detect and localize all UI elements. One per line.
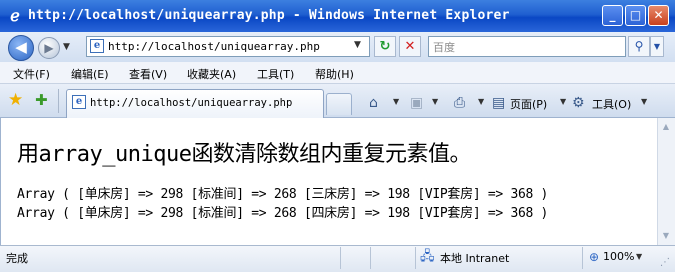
new-tab-button[interactable] (326, 93, 352, 115)
zoom-icon[interactable]: ⊕ (589, 249, 599, 265)
search-options-dropdown-icon[interactable]: ▼ (650, 36, 664, 57)
refresh-button[interactable]: ↻ (374, 36, 396, 57)
status-divider (340, 247, 341, 269)
status-bar (0, 245, 675, 272)
search-icon[interactable]: ⚲ (628, 36, 650, 57)
feeds-dropdown-icon[interactable]: ▼ (432, 97, 438, 106)
forward-button[interactable]: ▶ (38, 37, 60, 59)
page-menu-icon[interactable]: ▤ (492, 93, 505, 113)
menu-view[interactable]: 查看(V) (129, 66, 167, 82)
page-dropdown-icon[interactable]: ▼ (560, 97, 566, 106)
status-divider (370, 247, 371, 269)
back-button[interactable]: ◀ (8, 35, 34, 61)
menu-tools[interactable]: 工具(T) (257, 66, 294, 82)
menu-favorites[interactable]: 收藏夹(A) (187, 66, 236, 82)
page-menu-button[interactable]: 页面(P) (510, 96, 547, 112)
search-placeholder[interactable]: 百度 (433, 39, 455, 55)
window-title: http://localhost/uniquearray.php - Windo… (28, 8, 510, 23)
toolbar-divider (58, 89, 59, 113)
status-divider (415, 247, 416, 269)
scroll-up-icon[interactable]: ▲ (659, 120, 673, 134)
close-button[interactable]: ✕ (648, 5, 669, 26)
status-divider (582, 247, 583, 269)
search-input[interactable] (428, 36, 626, 57)
intranet-zone-icon: 🖧 (420, 249, 435, 264)
feeds-icon[interactable]: ▣ (410, 93, 423, 113)
gear-icon[interactable]: ⚙ (572, 93, 585, 113)
menu-edit[interactable]: 编辑(E) (71, 66, 109, 82)
stop-button[interactable]: ✕ (399, 36, 421, 57)
page-icon: e (90, 39, 104, 53)
scroll-down-icon[interactable]: ▼ (659, 229, 673, 243)
tools-menu-button[interactable]: 工具(O) (592, 96, 631, 112)
history-dropdown-icon[interactable]: ▼ (63, 42, 70, 52)
home-dropdown-icon[interactable]: ▼ (393, 97, 399, 106)
status-text: 完成 (6, 252, 28, 265)
minimize-button[interactable]: _ (602, 5, 623, 26)
maximize-button[interactable]: □ (625, 5, 646, 26)
output-line-2: Array ( [单床房] => 298 [标准间] => 268 [四床房] … (17, 206, 549, 221)
address-dropdown-icon[interactable]: ▼ (354, 40, 361, 50)
menu-help[interactable]: 帮助(H) (315, 66, 354, 82)
add-favorite-icon[interactable]: ✚ (35, 90, 48, 110)
page-heading: 用array_unique函数清除数组内重复元素值。 (17, 142, 471, 167)
zoom-level[interactable]: 100% (603, 250, 634, 263)
home-icon[interactable]: ⌂ (369, 93, 378, 113)
zoom-dropdown-icon[interactable]: ▼ (636, 252, 642, 261)
address-url[interactable]: http://localhost/uniquearray.php (108, 40, 320, 53)
print-icon[interactable]: ⎙ (454, 93, 465, 113)
tab-label[interactable]: http://localhost/uniquearray.php (90, 97, 292, 109)
security-zone-text[interactable]: 本地 Intranet (440, 250, 509, 266)
ie-logo-icon: ℯ (10, 6, 20, 25)
print-dropdown-icon[interactable]: ▼ (478, 97, 484, 106)
resize-grip-icon[interactable]: ⋰ (660, 257, 672, 269)
tools-dropdown-icon[interactable]: ▼ (641, 97, 647, 106)
favorites-star-icon[interactable]: ★ (8, 90, 23, 110)
output-line-1: Array ( [单床房] => 298 [标准间] => 268 [三床房] … (17, 187, 549, 202)
menu-file[interactable]: 文件(F) (13, 66, 50, 82)
vertical-scrollbar[interactable] (657, 118, 675, 245)
tab-page-icon: e (72, 95, 86, 109)
